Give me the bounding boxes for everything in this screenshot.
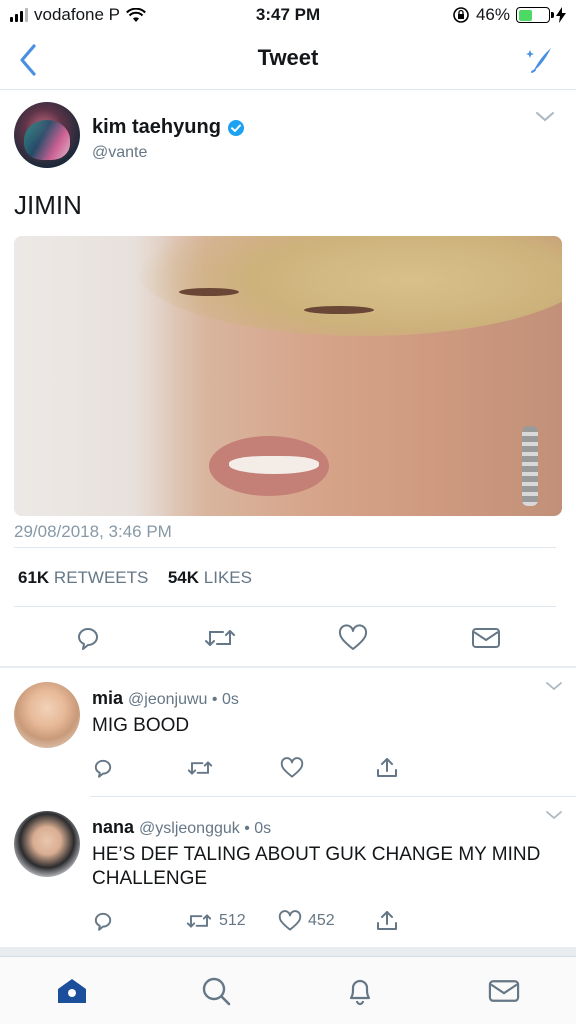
retweet-button[interactable]	[202, 620, 238, 656]
retweet-button[interactable]: 512	[185, 907, 246, 935]
status-right: 46%	[452, 5, 566, 25]
bell-icon	[349, 979, 371, 1006]
home-icon	[58, 979, 86, 1003]
avatar[interactable]	[14, 682, 80, 748]
tab-search[interactable]	[198, 973, 234, 1009]
envelope-icon	[472, 628, 500, 648]
tweet-timestamp: 29/08/2018, 3:46 PM	[14, 522, 172, 541]
envelope-icon	[488, 980, 520, 1002]
reply-icon	[78, 628, 98, 650]
reply-icon	[94, 759, 112, 778]
divider	[0, 947, 576, 956]
status-bar: vodafone P 3:47 PM 46%	[0, 0, 576, 30]
reply-meta: @ysljeongguk • 0s	[139, 820, 272, 837]
share-button[interactable]	[373, 907, 401, 935]
rotation-lock-icon	[453, 7, 469, 23]
author-name-row: kim taehyung	[92, 116, 245, 139]
tab-bar	[0, 956, 576, 1024]
reply-header: nana @ysljeongguk • 0s	[92, 817, 271, 838]
nav-bar: Tweet	[0, 30, 576, 90]
tweet-photo[interactable]	[14, 236, 562, 516]
divider	[14, 606, 556, 607]
retweet-icon	[187, 761, 213, 775]
reply-header: mia @jeonjuwu • 0s	[92, 688, 239, 709]
verified-badge-icon	[227, 119, 244, 136]
tweet-text: JIMIN	[14, 190, 82, 220]
likes-count[interactable]: 54K	[168, 568, 199, 587]
reply-author-name[interactable]: nana	[92, 817, 134, 837]
chevron-down-icon[interactable]	[534, 110, 556, 124]
share-button[interactable]	[373, 754, 401, 782]
reply-button[interactable]	[89, 907, 117, 935]
tab-home[interactable]	[54, 973, 90, 1009]
reply-text: HE’S DEF TALING ABOUT GUK CHANGE MY MIND…	[92, 844, 541, 889]
like-count: 452	[308, 912, 335, 929]
heart-icon	[280, 757, 304, 778]
retweet-icon	[205, 630, 235, 646]
retweets-count[interactable]: 61K	[18, 568, 49, 587]
sparkle-compose-icon[interactable]	[524, 44, 554, 74]
page-title: Tweet	[257, 45, 319, 70]
retweet-button[interactable]	[185, 754, 215, 782]
reply-tweet[interactable]: mia @jeonjuwu • 0s MIG BOOD	[0, 668, 576, 796]
like-button[interactable]	[278, 754, 306, 782]
reply-tweet[interactable]: nana @ysljeongguk • 0s HE’S DEF TALING A…	[0, 797, 576, 947]
direct-message-button[interactable]	[468, 620, 504, 656]
retweets-label[interactable]: RETWEETS	[54, 568, 148, 587]
retweet-count: 512	[219, 912, 246, 929]
likes-label[interactable]: LIKES	[204, 568, 252, 587]
reply-icon	[94, 912, 112, 931]
reply-button[interactable]	[89, 754, 117, 782]
like-button[interactable]: 452	[278, 907, 335, 935]
author-handle: @vante	[92, 144, 148, 161]
battery-percent: 46%	[475, 5, 510, 24]
tab-messages[interactable]	[486, 973, 522, 1009]
reply-text: MIG BOOD	[92, 715, 190, 736]
heart-icon	[278, 910, 302, 931]
retweet-icon	[186, 914, 212, 928]
reply-button[interactable]	[70, 620, 106, 656]
tweet-actions	[0, 616, 576, 660]
search-icon	[202, 977, 231, 1006]
battery-icon	[516, 7, 554, 23]
chevron-down-icon[interactable]	[544, 809, 564, 821]
avatar[interactable]	[14, 102, 80, 168]
chevron-down-icon[interactable]	[544, 680, 564, 692]
divider	[14, 547, 556, 548]
reply-meta: @jeonjuwu • 0s	[128, 691, 239, 708]
share-icon	[377, 911, 397, 930]
charging-bolt-icon	[556, 7, 566, 23]
like-button[interactable]	[335, 620, 371, 656]
reply-author-name[interactable]: mia	[92, 688, 123, 708]
heart-icon	[338, 624, 368, 650]
tab-notifications[interactable]	[342, 973, 378, 1009]
tweet-stats: 61K RETWEETS 54K LIKES	[18, 568, 252, 588]
author-name: kim taehyung	[92, 116, 221, 138]
share-icon	[377, 758, 397, 777]
avatar[interactable]	[14, 811, 80, 877]
